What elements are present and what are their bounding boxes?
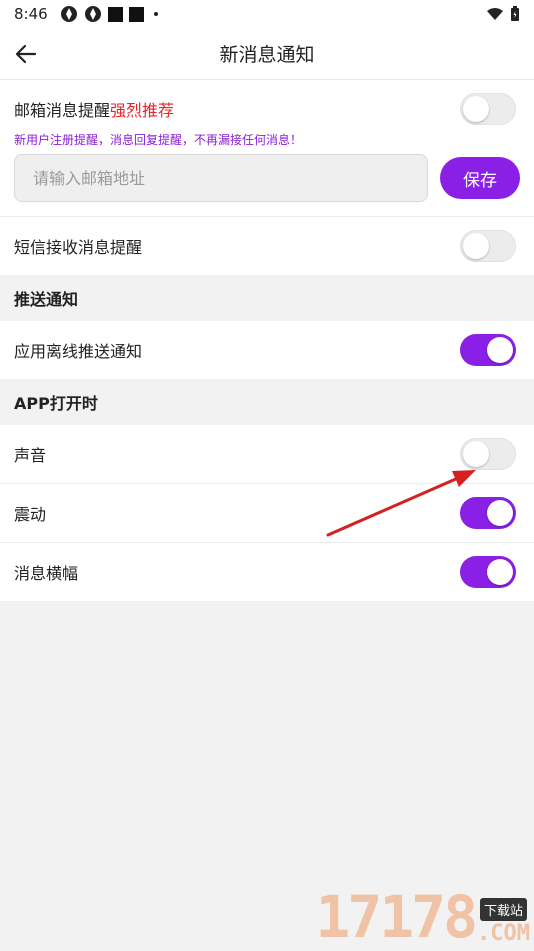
watermark-com: .COM bbox=[477, 921, 530, 946]
email-notification-row: 邮箱消息提醒强烈推荐 bbox=[0, 80, 534, 138]
watermark-digits: 17178 bbox=[315, 883, 478, 951]
section-header-app-open: APP打开时 bbox=[0, 379, 534, 425]
toggle-knob bbox=[487, 500, 513, 526]
toggle-knob bbox=[463, 441, 489, 467]
wifi-icon bbox=[487, 8, 503, 20]
email-input-row: 保存 bbox=[0, 154, 534, 216]
status-time: 8:46 bbox=[14, 5, 48, 23]
watermark-logo: 17178 下载站 .COM bbox=[315, 888, 530, 946]
status-notification-icons bbox=[60, 5, 158, 23]
notification-square-icon bbox=[128, 6, 144, 22]
more-notifications-dot-icon bbox=[153, 12, 158, 16]
aperture-icon bbox=[84, 6, 101, 22]
offline-push-label: 应用离线推送通知 bbox=[14, 342, 143, 361]
app-open-card: 声音 震动 消息横幅 bbox=[0, 425, 534, 601]
recommended-tag: 强烈推荐 bbox=[110, 101, 175, 120]
banner-toggle[interactable] bbox=[460, 556, 516, 588]
offline-push-toggle[interactable] bbox=[460, 334, 516, 366]
email-notification-card: 邮箱消息提醒强烈推荐 新用户注册提醒，消息回复提醒，不再漏接任何消息！ 保存 短… bbox=[0, 80, 534, 275]
watermark-side: 下载站 .COM bbox=[477, 898, 530, 946]
back-button[interactable] bbox=[8, 36, 44, 72]
sms-notification-row: 短信接收消息提醒 bbox=[0, 217, 534, 275]
toggle-knob bbox=[487, 559, 513, 585]
arrow-left-icon bbox=[15, 44, 37, 64]
section-header-push: 推送通知 bbox=[0, 275, 534, 321]
app-bar: 新消息通知 bbox=[0, 28, 534, 80]
email-input[interactable] bbox=[14, 154, 428, 202]
sound-toggle[interactable] bbox=[460, 438, 516, 470]
status-bar: 8:46 bbox=[0, 0, 534, 28]
email-notification-label: 邮箱消息提醒强烈推荐 bbox=[14, 97, 174, 121]
offline-push-row: 应用离线推送通知 bbox=[0, 321, 534, 379]
email-label-text: 邮箱消息提醒 bbox=[14, 101, 111, 120]
vibrate-row: 震动 bbox=[0, 484, 534, 542]
battery-icon bbox=[511, 6, 519, 21]
save-button[interactable]: 保存 bbox=[440, 157, 520, 199]
page-title: 新消息通知 bbox=[219, 44, 315, 66]
vibrate-label: 震动 bbox=[14, 505, 47, 524]
sms-notification-label: 短信接收消息提醒 bbox=[14, 238, 143, 257]
notification-square-icon bbox=[107, 6, 123, 22]
sms-notification-toggle[interactable] bbox=[460, 230, 516, 262]
email-notification-toggle[interactable] bbox=[460, 93, 516, 125]
push-card: 应用离线推送通知 bbox=[0, 321, 534, 379]
status-system-icons bbox=[486, 6, 520, 22]
email-hint-text: 新用户注册提醒，消息回复提醒，不再漏接任何消息！ bbox=[14, 133, 303, 147]
sound-row: 声音 bbox=[0, 425, 534, 483]
sound-label: 声音 bbox=[14, 446, 47, 465]
toggle-knob bbox=[463, 96, 489, 122]
watermark-tag: 下载站 bbox=[480, 898, 528, 921]
banner-row: 消息横幅 bbox=[0, 543, 534, 601]
toggle-knob bbox=[487, 337, 513, 363]
toggle-knob bbox=[463, 233, 489, 259]
banner-label: 消息横幅 bbox=[14, 564, 79, 583]
vibrate-toggle[interactable] bbox=[460, 497, 516, 529]
aperture-icon bbox=[60, 6, 77, 22]
